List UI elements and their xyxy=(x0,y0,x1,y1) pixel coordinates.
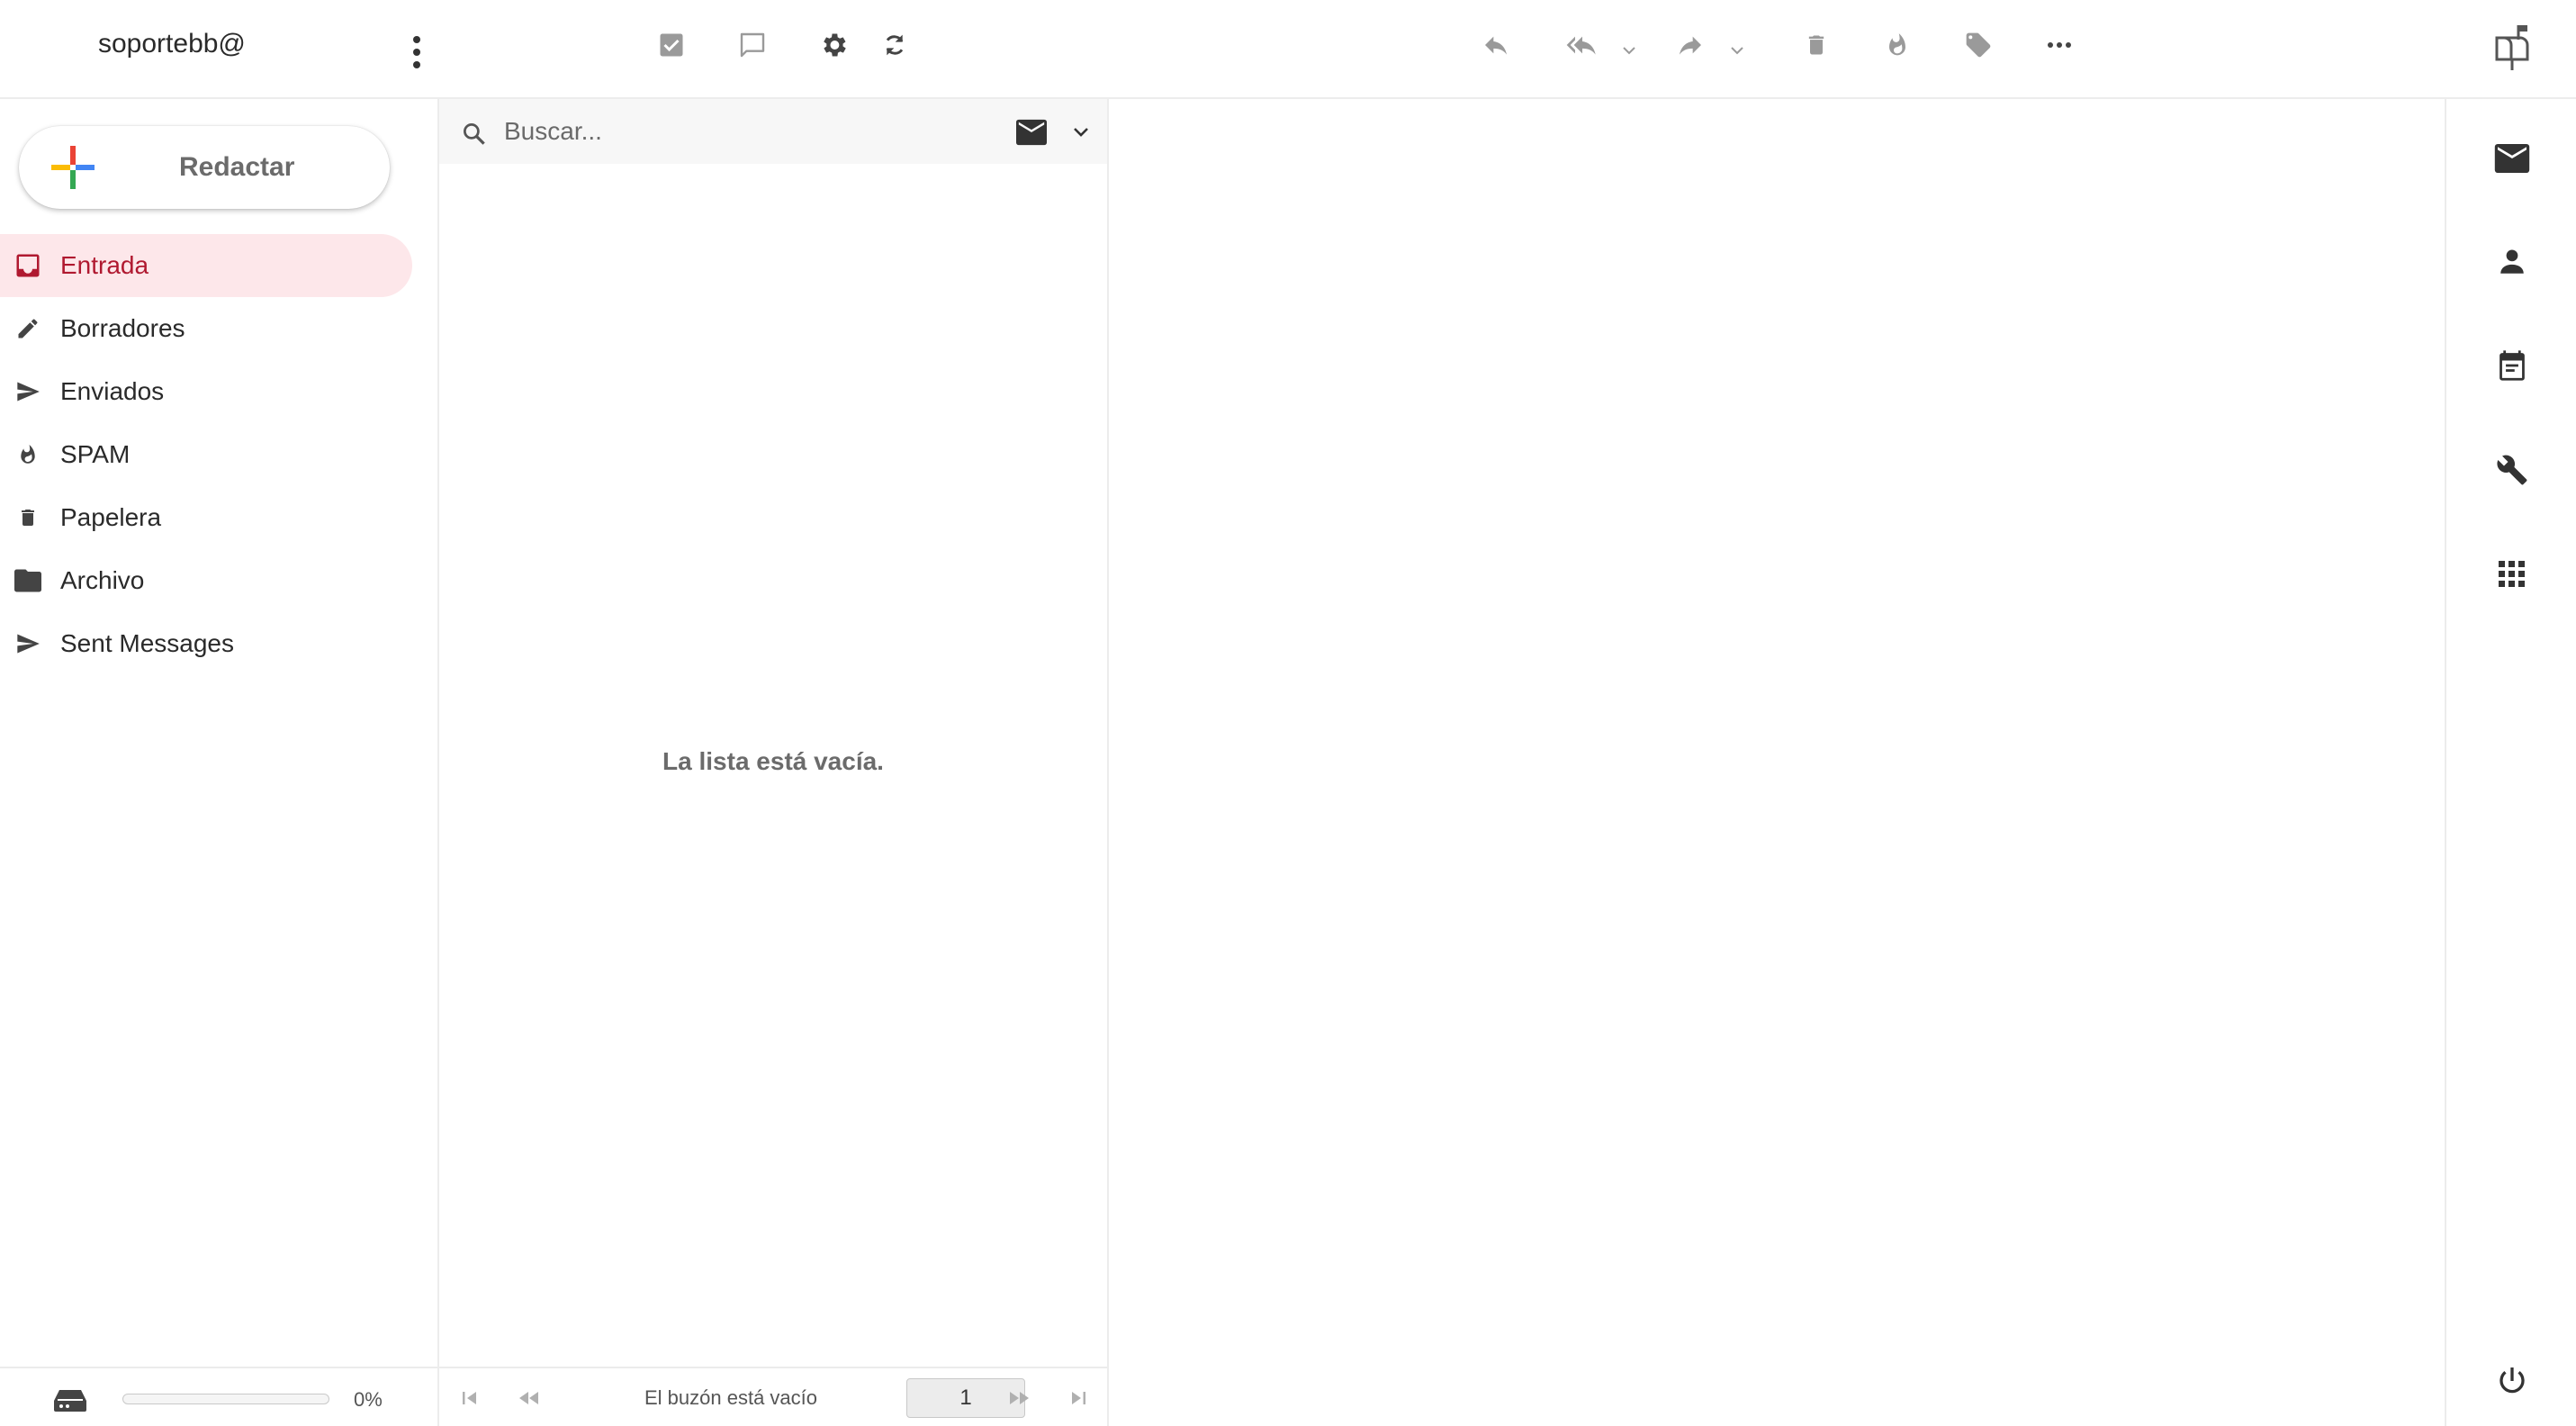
message-list-panel: La lista está vacía. El buzón está vacío xyxy=(439,99,1109,1426)
quota-footer: 0% xyxy=(0,1367,437,1426)
threads-icon[interactable] xyxy=(727,23,778,67)
send-icon xyxy=(13,378,43,405)
search-options-chevron-down-icon[interactable] xyxy=(1069,121,1093,144)
fire-icon xyxy=(13,441,43,468)
previous-page-icon[interactable] xyxy=(515,1385,544,1412)
mail-filter-icon[interactable] xyxy=(1016,119,1047,146)
folder-sent-messages[interactable]: Sent Messages xyxy=(0,612,439,675)
logout-icon[interactable] xyxy=(2487,1356,2537,1406)
search-icon[interactable] xyxy=(461,121,488,148)
folder-papelera[interactable]: Papelera xyxy=(0,486,439,549)
compose-plus-icon xyxy=(51,146,95,189)
folder-icon xyxy=(13,567,43,594)
reading-pane xyxy=(1109,99,2445,1426)
search-input[interactable] xyxy=(504,112,882,151)
folder-enviados[interactable]: Enviados xyxy=(0,360,439,423)
trash-icon[interactable] xyxy=(1791,23,1842,67)
folder-sidebar: Redactar Entrada Borradores Enviados SPA… xyxy=(0,99,439,1426)
empty-list-message: La lista está vacía. xyxy=(662,747,884,775)
forward-chevron-down-icon[interactable] xyxy=(1726,40,1748,61)
account-menu-icon[interactable] xyxy=(403,32,430,72)
folder-label: SPAM xyxy=(60,440,131,468)
select-checkbox-icon[interactable] xyxy=(646,23,697,67)
refresh-icon[interactable] xyxy=(869,23,920,67)
apps-taskbar xyxy=(2445,99,2576,1426)
send-icon xyxy=(13,630,43,657)
storage-drive-icon xyxy=(52,1386,88,1413)
mailbox-status: El buzón está vacío xyxy=(644,1386,818,1409)
list-pagination-footer: El buzón está vacío xyxy=(439,1367,1107,1426)
reply-all-chevron-down-icon[interactable] xyxy=(1618,40,1640,61)
compose-label: Redactar xyxy=(179,152,295,182)
quota-percent: 0% xyxy=(354,1388,383,1411)
settings-wrench-icon[interactable] xyxy=(2487,445,2537,495)
pencil-icon xyxy=(13,315,43,342)
folder-label: Entrada xyxy=(60,251,149,279)
folder-list: Entrada Borradores Enviados SPAM Papeler… xyxy=(0,234,439,675)
folder-label: Papelera xyxy=(60,503,162,531)
folder-entrada[interactable]: Entrada xyxy=(0,234,412,297)
reply-icon[interactable] xyxy=(1471,23,1521,67)
next-page-icon[interactable] xyxy=(1004,1385,1033,1412)
first-page-icon[interactable] xyxy=(455,1385,484,1412)
trash-icon xyxy=(13,504,43,531)
folder-label: Borradores xyxy=(60,314,185,342)
folder-label: Enviados xyxy=(60,377,165,405)
mail-icon[interactable] xyxy=(2487,133,2537,184)
last-page-icon[interactable] xyxy=(1064,1385,1093,1412)
inbox-icon xyxy=(13,252,43,279)
calendar-icon[interactable] xyxy=(2487,340,2537,391)
more-icon[interactable] xyxy=(2034,23,2085,67)
folder-borradores[interactable]: Borradores xyxy=(0,297,439,360)
folder-label: Sent Messages xyxy=(60,629,234,657)
compose-button[interactable]: Redactar xyxy=(19,126,390,209)
tag-icon[interactable] xyxy=(1953,23,2004,67)
top-toolbar: soportebb@ xyxy=(0,0,2576,99)
gear-icon[interactable] xyxy=(808,23,859,67)
apps-grid-icon[interactable] xyxy=(2487,549,2537,600)
quota-progress-bar xyxy=(122,1394,329,1404)
search-bar xyxy=(439,99,1107,164)
account-name: soportebb@ xyxy=(98,29,246,59)
folder-archivo[interactable]: Archivo xyxy=(0,549,439,612)
folder-spam[interactable]: SPAM xyxy=(0,423,439,486)
contacts-icon[interactable] xyxy=(2487,237,2537,287)
forward-icon[interactable] xyxy=(1665,23,1716,67)
folder-label: Archivo xyxy=(60,566,145,594)
mailbox-logo-icon xyxy=(2491,22,2536,72)
reply-all-icon[interactable] xyxy=(1557,23,1608,67)
fire-icon[interactable] xyxy=(1872,23,1923,67)
